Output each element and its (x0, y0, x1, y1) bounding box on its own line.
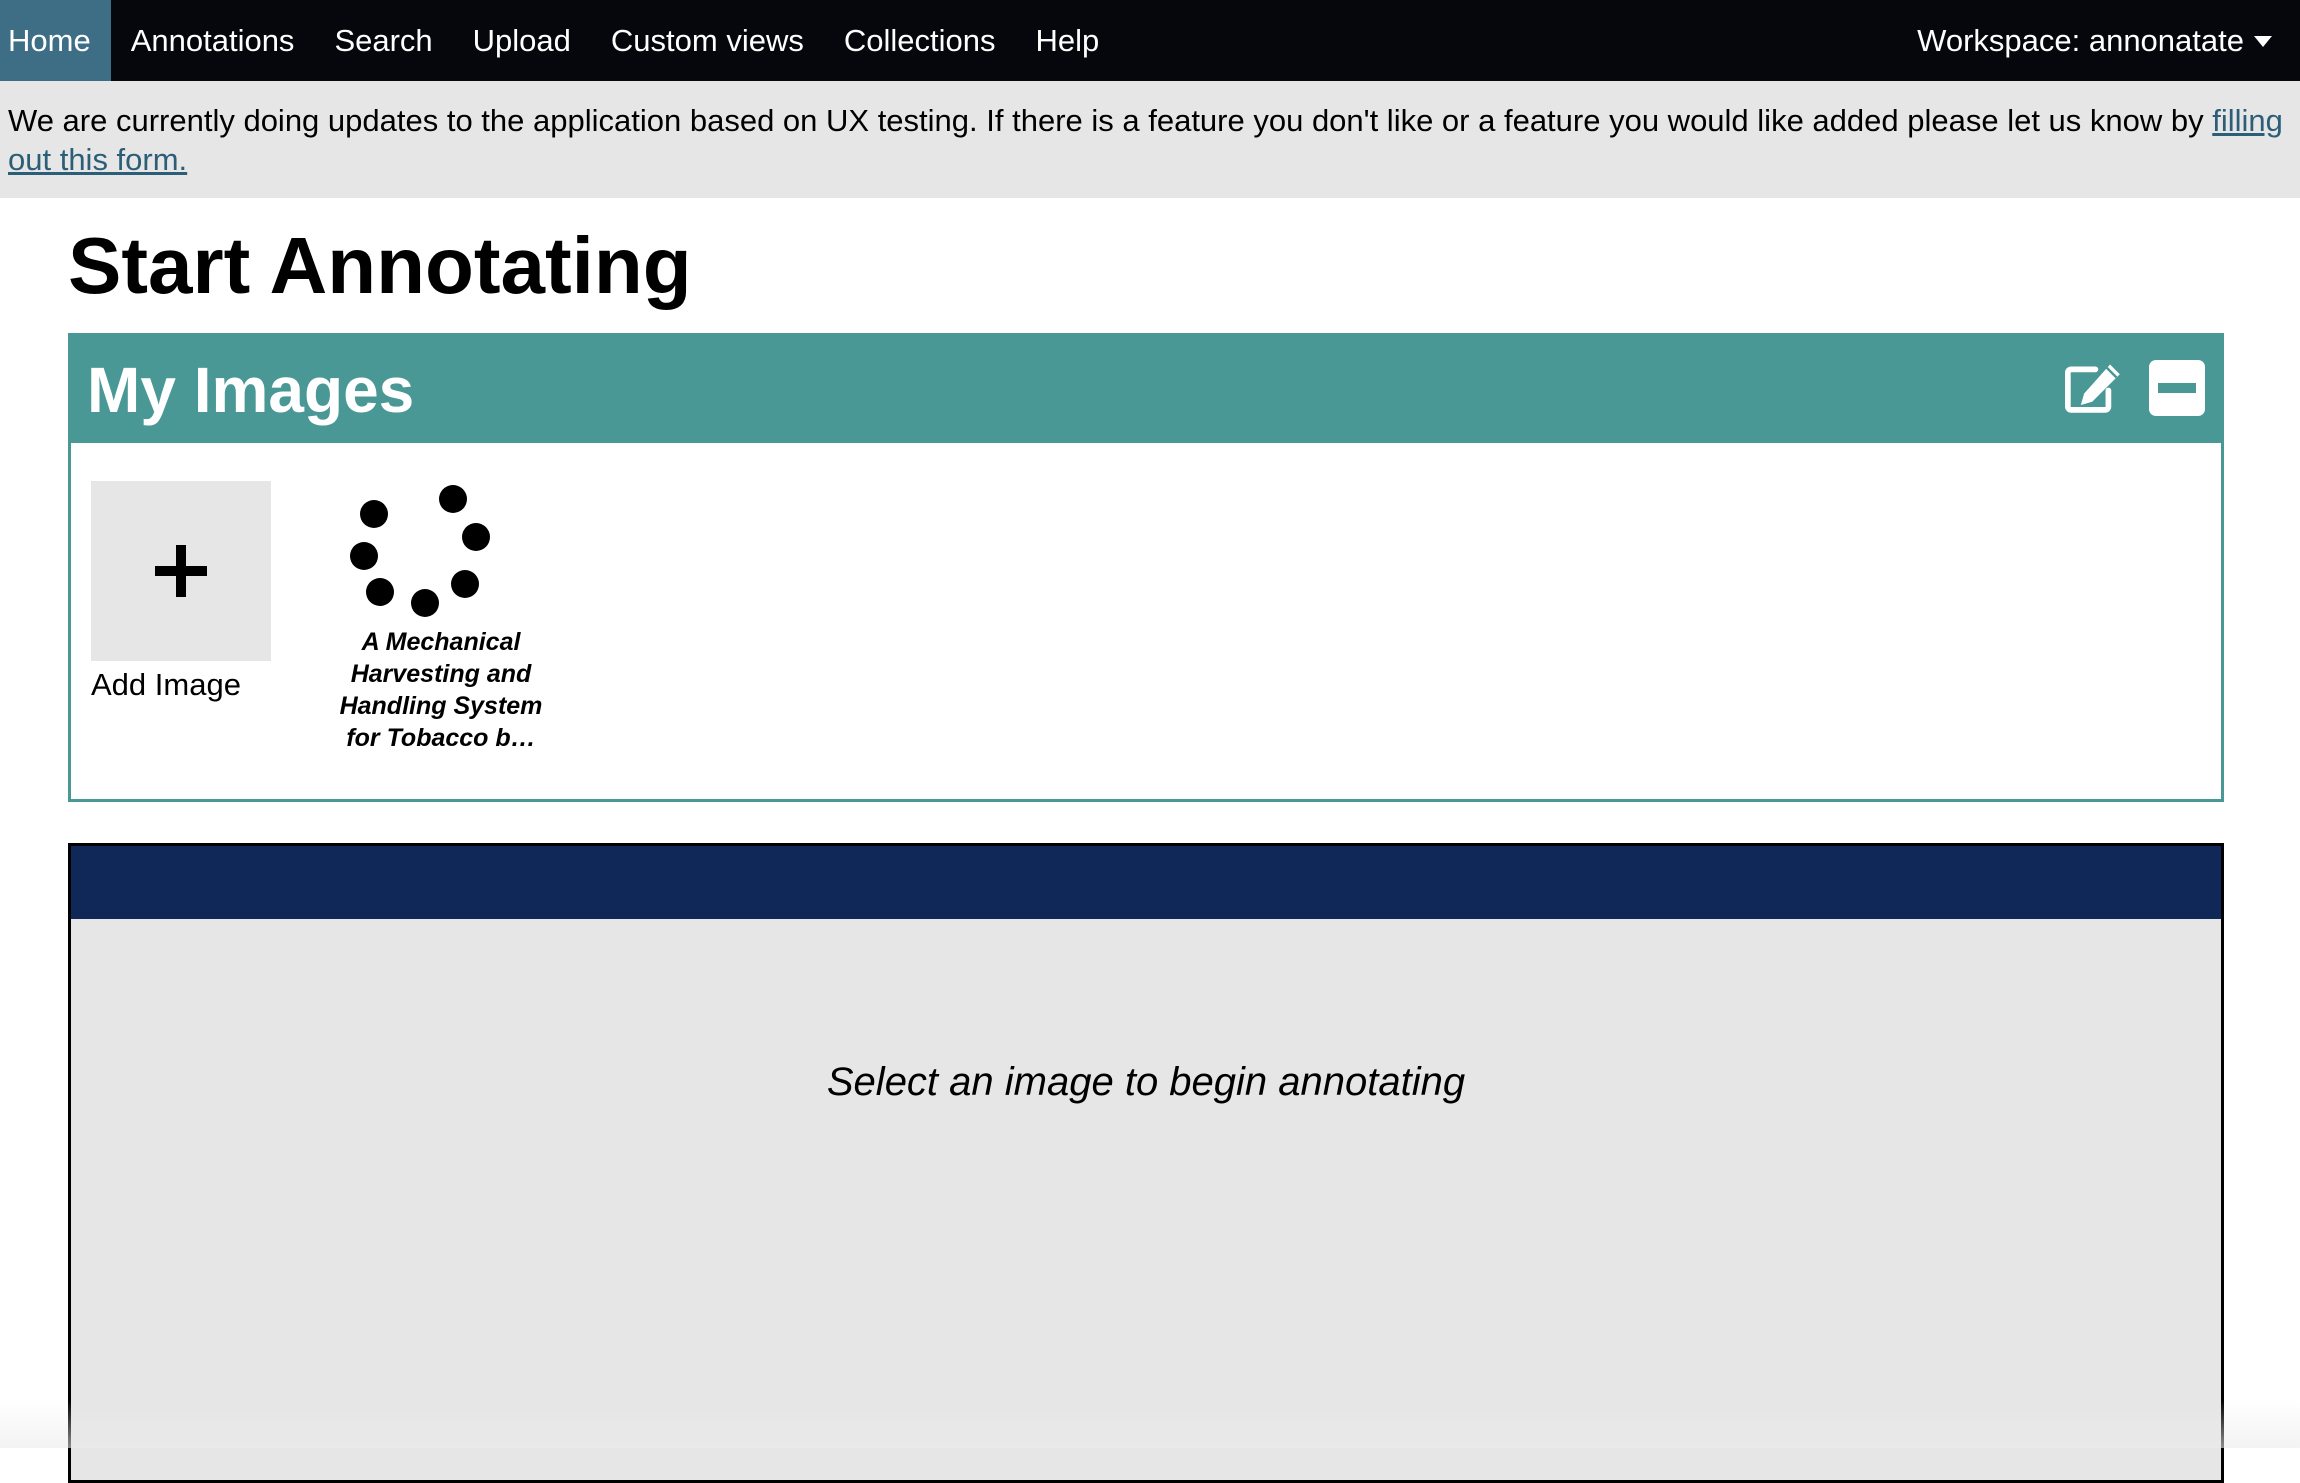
workspace-label: Workspace: annonatate (1917, 22, 2244, 58)
viewer-empty-message: Select an image to begin annotating (826, 1060, 1466, 1104)
my-images-panel: My Images Add Image A Mechanical Harvest… (68, 333, 2224, 802)
my-images-header: My Images (71, 336, 2221, 443)
plus-icon (155, 545, 207, 597)
nav-custom-views[interactable]: Custom views (591, 0, 824, 81)
annotation-viewer: Select an image to begin annotating (68, 843, 2224, 1483)
notice-banner: We are currently doing updates to the ap… (0, 81, 2300, 198)
nav-annotations[interactable]: Annotations (111, 0, 315, 81)
nav-home[interactable]: Home (0, 0, 111, 81)
collapse-button[interactable] (2147, 356, 2207, 420)
workspace-dropdown[interactable]: Workspace: annonatate (1917, 0, 2300, 81)
caret-down-icon (2254, 36, 2272, 47)
nav-upload[interactable]: Upload (453, 0, 591, 81)
nav-search[interactable]: Search (314, 0, 452, 81)
edit-button[interactable] (2063, 356, 2123, 420)
my-images-body: Add Image A Mechanical Harvesting and Ha… (71, 443, 2221, 799)
my-images-title: My Images (87, 353, 415, 426)
notice-text: We are currently doing updates to the ap… (8, 103, 2213, 138)
add-image-tile[interactable]: Add Image (91, 481, 271, 703)
nav-help[interactable]: Help (1015, 0, 1119, 81)
add-image-box[interactable] (91, 481, 271, 661)
image-tile[interactable]: A Mechanical Harvesting and Handling Sys… (331, 481, 551, 754)
edit-icon (2065, 364, 2120, 413)
panel-tools (2039, 356, 2207, 420)
minus-square-icon (2149, 360, 2205, 416)
loading-spinner-icon (350, 485, 490, 617)
viewer-header (71, 846, 2221, 919)
add-image-label: Add Image (91, 667, 241, 702)
top-navbar: Home Annotations Search Upload Custom vi… (0, 0, 2300, 81)
image-caption: A Mechanical Harvesting and Handling Sys… (339, 628, 543, 752)
nav-collections[interactable]: Collections (824, 0, 1016, 81)
page-title: Start Annotating (68, 221, 692, 310)
